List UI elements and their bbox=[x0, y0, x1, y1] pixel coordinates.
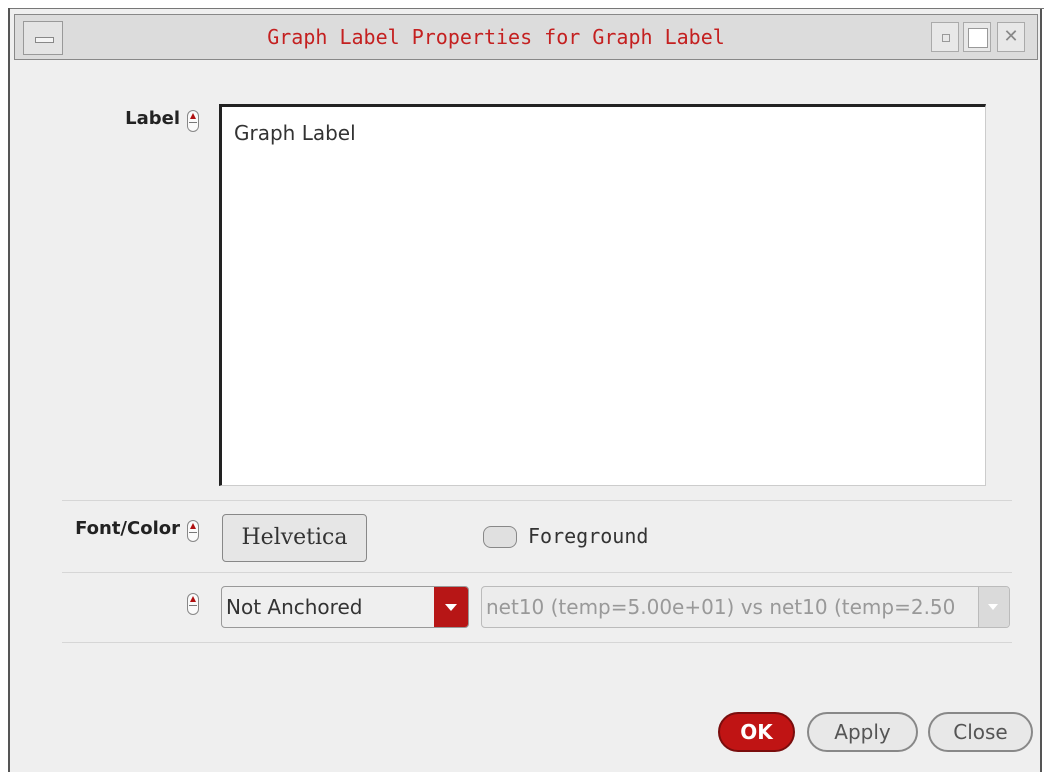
chevron-down-icon bbox=[978, 587, 1009, 627]
anchor-select[interactable]: Not Anchored bbox=[221, 586, 469, 628]
separator bbox=[62, 500, 1012, 501]
ok-button[interactable]: OK bbox=[718, 712, 795, 752]
label-textarea[interactable]: Graph Label bbox=[219, 104, 986, 486]
anchor-target-select: net10 (temp=5.00e+01) vs net10 (temp=2.5… bbox=[481, 586, 1010, 628]
dialog-window: Graph Label Properties for Graph Label ✕… bbox=[0, 0, 1050, 780]
title-bar[interactable]: Graph Label Properties for Graph Label ✕ bbox=[14, 14, 1038, 60]
window-menu-icon[interactable] bbox=[23, 21, 63, 55]
apply-button[interactable]: Apply bbox=[807, 712, 918, 752]
spinner-icon[interactable] bbox=[187, 593, 199, 615]
anchor-target-value: net10 (temp=5.00e+01) vs net10 (temp=2.5… bbox=[486, 595, 956, 619]
spinner-icon[interactable] bbox=[187, 520, 199, 542]
maximize-icon[interactable] bbox=[963, 22, 991, 52]
label-field-label: Label bbox=[125, 108, 180, 129]
close-window-icon[interactable]: ✕ bbox=[997, 22, 1025, 52]
separator bbox=[62, 642, 1012, 643]
foreground-checkbox[interactable] bbox=[483, 526, 517, 548]
window-title: Graph Label Properties for Graph Label bbox=[267, 25, 725, 49]
anchor-select-value: Not Anchored bbox=[226, 595, 363, 619]
chevron-down-icon[interactable] bbox=[434, 587, 468, 627]
font-button[interactable]: Helvetica bbox=[222, 514, 367, 562]
close-button[interactable]: Close bbox=[928, 712, 1033, 752]
separator bbox=[62, 572, 1012, 573]
font-color-label: Font/Color bbox=[75, 518, 180, 539]
foreground-label: Foreground bbox=[528, 524, 649, 548]
minimize-icon[interactable] bbox=[931, 22, 959, 52]
spinner-icon[interactable] bbox=[187, 110, 199, 132]
